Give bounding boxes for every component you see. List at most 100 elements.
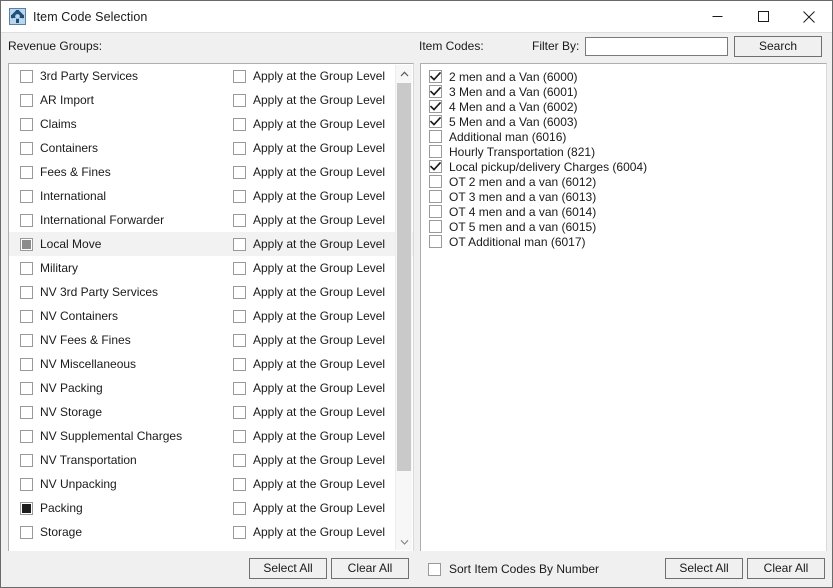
apply-at-group-level-cell[interactable]: Apply at the Group Level	[233, 141, 385, 155]
revenue-group-checkbox[interactable]	[20, 502, 33, 515]
table-row[interactable]: NV 3rd Party ServicesApply at the Group …	[9, 280, 413, 304]
revenue-group-checkbox[interactable]	[20, 430, 33, 443]
table-row[interactable]: International ForwarderApply at the Grou…	[9, 208, 413, 232]
apply-at-group-level-cell[interactable]: Apply at the Group Level	[233, 381, 385, 395]
table-row[interactable]: ClaimsApply at the Group Level	[9, 112, 413, 136]
revenue-group-checkbox[interactable]	[20, 358, 33, 371]
close-icon[interactable]	[786, 1, 832, 32]
apply-at-group-level-checkbox[interactable]	[233, 358, 246, 371]
item-code-checkbox[interactable]	[429, 160, 442, 173]
list-item[interactable]: OT 3 men and a van (6013)	[421, 189, 826, 204]
checkbox-icon[interactable]	[428, 563, 441, 576]
table-row[interactable]: InternationalApply at the Group Level	[9, 184, 413, 208]
apply-at-group-level-checkbox[interactable]	[233, 142, 246, 155]
item-code-checkbox[interactable]	[429, 85, 442, 98]
apply-at-group-level-checkbox[interactable]	[233, 214, 246, 227]
item-codes-select-all-button[interactable]: Select All	[665, 558, 743, 579]
revenue-group-checkbox[interactable]	[20, 142, 33, 155]
table-row[interactable]: NV StorageApply at the Group Level	[9, 400, 413, 424]
apply-at-group-level-checkbox[interactable]	[233, 478, 246, 491]
table-row[interactable]: 3rd Party ServicesApply at the Group Lev…	[9, 64, 413, 88]
list-item[interactable]: OT 2 men and a van (6012)	[421, 174, 826, 189]
item-code-checkbox[interactable]	[429, 100, 442, 113]
sort-item-codes-checkbox[interactable]: Sort Item Codes By Number	[428, 562, 599, 576]
apply-at-group-level-checkbox[interactable]	[233, 190, 246, 203]
apply-at-group-level-checkbox[interactable]	[233, 310, 246, 323]
maximize-icon[interactable]	[740, 1, 786, 32]
apply-at-group-level-checkbox[interactable]	[233, 334, 246, 347]
table-row[interactable]: NV UnpackingApply at the Group Level	[9, 472, 413, 496]
apply-at-group-level-cell[interactable]: Apply at the Group Level	[233, 165, 385, 179]
revenue-group-checkbox[interactable]	[20, 382, 33, 395]
apply-at-group-level-cell[interactable]: Apply at the Group Level	[233, 93, 385, 107]
apply-at-group-level-cell[interactable]: Apply at the Group Level	[233, 309, 385, 323]
apply-at-group-level-checkbox[interactable]	[233, 238, 246, 251]
revenue-group-checkbox[interactable]	[20, 118, 33, 131]
revenue-group-checkbox[interactable]	[20, 406, 33, 419]
revenue-group-checkbox[interactable]	[20, 262, 33, 275]
revenue-group-checkbox[interactable]	[20, 454, 33, 467]
revenue-group-checkbox[interactable]	[20, 334, 33, 347]
apply-at-group-level-cell[interactable]: Apply at the Group Level	[233, 501, 385, 515]
apply-at-group-level-checkbox[interactable]	[233, 286, 246, 299]
item-code-checkbox[interactable]	[429, 70, 442, 83]
revenue-group-checkbox[interactable]	[20, 526, 33, 539]
revenue-group-checkbox[interactable]	[20, 190, 33, 203]
item-code-checkbox[interactable]	[429, 205, 442, 218]
apply-at-group-level-checkbox[interactable]	[233, 382, 246, 395]
revenue-group-checkbox[interactable]	[20, 214, 33, 227]
apply-at-group-level-checkbox[interactable]	[233, 454, 246, 467]
apply-at-group-level-cell[interactable]: Apply at the Group Level	[233, 357, 385, 371]
revenue-group-checkbox[interactable]	[20, 478, 33, 491]
apply-at-group-level-checkbox[interactable]	[233, 118, 246, 131]
table-row[interactable]: NV MiscellaneousApply at the Group Level	[9, 352, 413, 376]
apply-at-group-level-cell[interactable]: Apply at the Group Level	[233, 453, 385, 467]
table-row[interactable]: NV ContainersApply at the Group Level	[9, 304, 413, 328]
chevron-up-icon[interactable]	[396, 65, 412, 82]
revenue-groups-scrollbar[interactable]	[395, 65, 412, 550]
minimize-icon[interactable]	[694, 1, 740, 32]
apply-at-group-level-checkbox[interactable]	[233, 262, 246, 275]
search-button[interactable]: Search	[734, 36, 822, 57]
list-item[interactable]: 5 Men and a Van (6003)	[421, 114, 826, 129]
item-codes-clear-all-button[interactable]: Clear All	[747, 558, 825, 579]
table-row[interactable]: ContainersApply at the Group Level	[9, 136, 413, 160]
apply-at-group-level-cell[interactable]: Apply at the Group Level	[233, 285, 385, 299]
apply-at-group-level-cell[interactable]: Apply at the Group Level	[233, 333, 385, 347]
item-code-checkbox[interactable]	[429, 145, 442, 158]
item-code-checkbox[interactable]	[429, 130, 442, 143]
apply-at-group-level-cell[interactable]: Apply at the Group Level	[233, 189, 385, 203]
list-item[interactable]: 4 Men and a Van (6002)	[421, 99, 826, 114]
list-item[interactable]: 2 men and a Van (6000)	[421, 69, 826, 84]
apply-at-group-level-checkbox[interactable]	[233, 166, 246, 179]
apply-at-group-level-cell[interactable]: Apply at the Group Level	[233, 525, 385, 539]
apply-at-group-level-checkbox[interactable]	[233, 526, 246, 539]
apply-at-group-level-checkbox[interactable]	[233, 94, 246, 107]
revenue-group-checkbox[interactable]	[20, 238, 33, 251]
list-item[interactable]: OT Additional man (6017)	[421, 234, 826, 249]
chevron-down-icon[interactable]	[396, 533, 412, 550]
apply-at-group-level-cell[interactable]: Apply at the Group Level	[233, 429, 385, 443]
apply-at-group-level-cell[interactable]: Apply at the Group Level	[233, 69, 385, 83]
apply-at-group-level-cell[interactable]: Apply at the Group Level	[233, 405, 385, 419]
table-row[interactable]: AR ImportApply at the Group Level	[9, 88, 413, 112]
table-row[interactable]: StorageApply at the Group Level	[9, 520, 413, 544]
list-item[interactable]: Hourly Transportation (821)	[421, 144, 826, 159]
revenue-groups-select-all-button[interactable]: Select All	[249, 558, 327, 579]
apply-at-group-level-checkbox[interactable]	[233, 70, 246, 83]
table-row[interactable]: NV PackingApply at the Group Level	[9, 376, 413, 400]
item-code-checkbox[interactable]	[429, 235, 442, 248]
revenue-group-checkbox[interactable]	[20, 70, 33, 83]
revenue-groups-clear-all-button[interactable]: Clear All	[331, 558, 409, 579]
apply-at-group-level-cell[interactable]: Apply at the Group Level	[233, 237, 385, 251]
item-code-checkbox[interactable]	[429, 175, 442, 188]
item-code-checkbox[interactable]	[429, 220, 442, 233]
list-item[interactable]: OT 4 men and a van (6014)	[421, 204, 826, 219]
revenue-group-checkbox[interactable]	[20, 286, 33, 299]
list-item[interactable]: OT 5 men and a van (6015)	[421, 219, 826, 234]
table-row[interactable]: Fees & FinesApply at the Group Level	[9, 160, 413, 184]
table-row[interactable]: NV TransportationApply at the Group Leve…	[9, 448, 413, 472]
table-row[interactable]: NV Fees & FinesApply at the Group Level	[9, 328, 413, 352]
table-row[interactable]: MilitaryApply at the Group Level	[9, 256, 413, 280]
apply-at-group-level-cell[interactable]: Apply at the Group Level	[233, 117, 385, 131]
